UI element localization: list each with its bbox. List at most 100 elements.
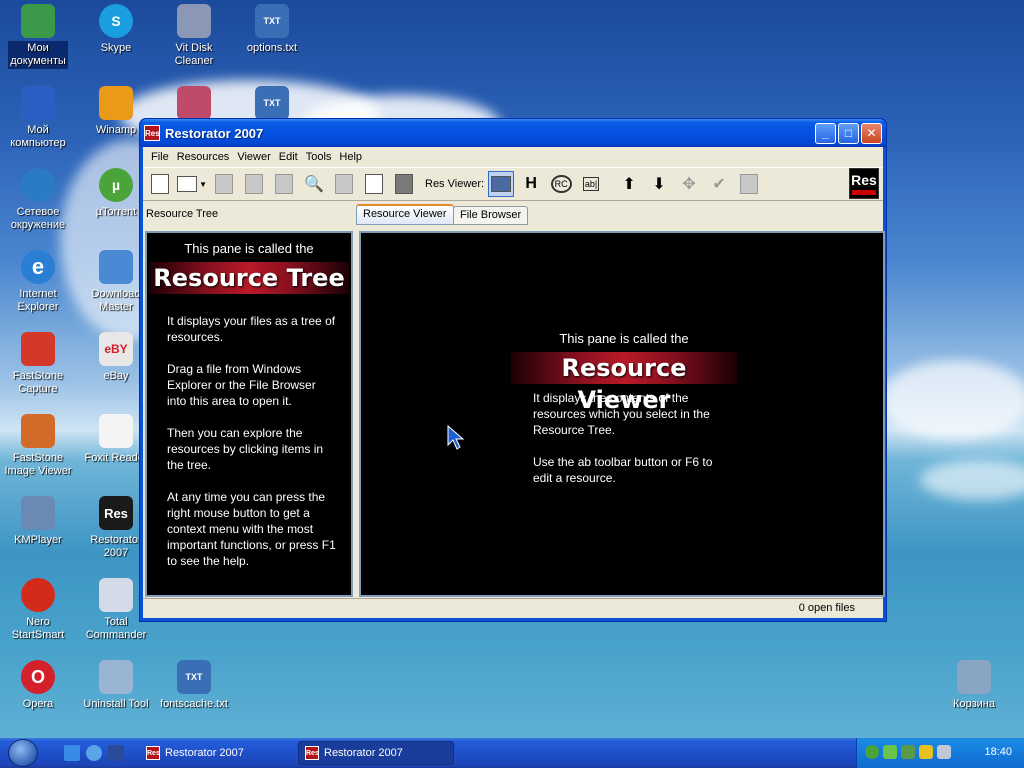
resource-tree-pane[interactable]: This pane is called the Resource Tree It… [145, 231, 353, 597]
book-icon [395, 174, 413, 194]
close-button[interactable]: ✕ [861, 123, 882, 144]
menu-resources[interactable]: Resources [173, 151, 234, 163]
download-tray-icon[interactable] [901, 745, 915, 759]
open-files-count: 0 open files [798, 602, 855, 614]
capture-icon [21, 332, 55, 366]
window-title: Restorator 2007 [165, 125, 264, 141]
tree-banner: Resource Tree [149, 262, 349, 294]
tree-intro: This pane is called the [184, 241, 314, 256]
taskbar-button-restorator-active[interactable]: Res Restorator 2007 [298, 741, 454, 765]
restorator-logo: Res [849, 168, 879, 199]
viewer-paragraph: Use the ab toolbar button or F6 to edit … [533, 455, 713, 485]
cloud [920, 460, 1024, 500]
cubes-icon [177, 86, 211, 120]
winamp-icon [99, 86, 133, 120]
menu-help[interactable]: Help [335, 151, 366, 163]
save-button[interactable] [211, 171, 237, 197]
desktop-icon-fontscache-txt[interactable]: TXT fontscache.txt [156, 660, 232, 712]
open-button[interactable]: ▼ [177, 171, 207, 197]
desktop-icon-kmplayer[interactable]: KMPlayer [0, 496, 76, 548]
menu-viewer[interactable]: Viewer [233, 151, 274, 163]
desktop-icon-recycle-bin[interactable]: Корзина [936, 660, 1012, 712]
desktop-icon-network[interactable]: Сетевое окружение [0, 168, 76, 233]
minimize-button[interactable]: _ [815, 123, 836, 144]
copy-button[interactable] [361, 171, 387, 197]
restorator-icon: Res [146, 746, 160, 760]
tab-file-browser[interactable]: File Browser [453, 206, 529, 225]
app-icon[interactable]: Res [144, 125, 160, 141]
skype-icon: S [99, 4, 133, 38]
menu-file[interactable]: File [147, 151, 173, 163]
tab-resource-viewer[interactable]: Resource Viewer [356, 204, 454, 225]
clock[interactable]: 18:40 [984, 746, 1012, 758]
taskbar-button-restorator[interactable]: Res Restorator 2007 [140, 741, 290, 765]
nero-icon [21, 578, 55, 612]
text-file-icon: TXT [177, 660, 211, 694]
open-folder-icon [177, 176, 198, 192]
tree-paragraph: Then you can explore the resources by cl… [167, 426, 324, 472]
apply-button[interactable]: ✔ [706, 171, 732, 197]
opera-icon: O [21, 660, 55, 694]
resource-tree-header: Resource Tree [146, 208, 219, 220]
broom-icon [177, 4, 211, 38]
page-button[interactable] [736, 171, 762, 197]
desktop-icon-my-documents[interactable]: Мои документы [0, 4, 76, 69]
resource-viewer-pane[interactable]: This pane is called the Resource Viewer … [359, 231, 885, 597]
magnifier-icon: 🔍 [304, 176, 324, 193]
view-rc-button[interactable]: RC [548, 171, 574, 197]
rc-icon: RC [550, 175, 572, 193]
move-icon: ✥ [682, 176, 696, 193]
uninstall-icon [99, 660, 133, 694]
hex-icon: H [525, 175, 537, 192]
move-up-button[interactable]: ⬆ [616, 171, 642, 197]
explore-button[interactable] [271, 171, 297, 197]
download-icon [99, 250, 133, 284]
chevron-down-icon[interactable]: ▼ [199, 180, 207, 189]
move-button[interactable]: ✥ [676, 171, 702, 197]
move-down-button[interactable]: ⬇ [646, 171, 672, 197]
view-normal-button[interactable] [488, 171, 515, 197]
desktop-icon-faststone-viewer[interactable]: FastStone Image Viewer [0, 414, 76, 479]
desktop-icon-vit-disk-cleaner[interactable]: Vit Disk Cleaner [156, 4, 232, 69]
utorrent-tray-icon[interactable] [865, 745, 879, 759]
view-hex-button[interactable]: H [518, 171, 544, 197]
ab-icon: ab| [582, 177, 600, 191]
menu-bar: File Resources Viewer Edit Tools Help [143, 147, 883, 167]
text-file-icon: TXT [255, 4, 289, 38]
new-button[interactable] [147, 171, 173, 197]
quicklaunch-app-icon[interactable] [108, 745, 124, 761]
maximize-button[interactable]: □ [838, 123, 859, 144]
desktop-icon-options-txt[interactable]: TXT options.txt [234, 4, 310, 56]
quicklaunch-ie-icon[interactable] [86, 745, 102, 761]
desktop-icon-uninstall-tool[interactable]: Uninstall Tool [78, 660, 154, 712]
quicklaunch-show-desktop-icon[interactable] [64, 745, 80, 761]
res-viewer-label: Res Viewer: [425, 178, 485, 190]
desktop-icon-my-computer[interactable]: Мой компьютер [0, 86, 76, 151]
network-tray-icon[interactable] [883, 745, 897, 759]
start-button[interactable] [8, 739, 38, 767]
save-as-button[interactable] [241, 171, 267, 197]
desktop-icon-opera[interactable]: O Opera [0, 660, 76, 712]
resource-button[interactable] [391, 171, 417, 197]
desktop-icon-nero[interactable]: Nero StartSmart [0, 578, 76, 643]
desktop-icon-internet-explorer[interactable]: e Internet Explorer [0, 250, 76, 315]
extract-button[interactable] [331, 171, 357, 197]
title-bar[interactable]: Res Restorator 2007 _ □ ✕ [140, 119, 886, 147]
desktop-icon-skype[interactable]: S Skype [78, 4, 154, 56]
menu-edit[interactable]: Edit [275, 151, 302, 163]
pane-headers: Resource Tree Resource Viewer File Brows… [143, 203, 883, 227]
menu-tools[interactable]: Tools [302, 151, 336, 163]
viewer-intro: This pane is called the [559, 331, 689, 346]
restorator-window: Res Restorator 2007 _ □ ✕ File Resources… [139, 118, 887, 622]
find-button[interactable]: 🔍 [301, 171, 327, 197]
taskbar-button-label: Restorator 2007 [165, 747, 244, 759]
extract-icon [335, 174, 353, 194]
safely-remove-tray-icon[interactable] [919, 745, 933, 759]
desktop-icon-faststone-capture[interactable]: FastStone Capture [0, 332, 76, 397]
viewer-paragraph: It displays the contents of the resource… [533, 391, 710, 437]
edit-ab-button[interactable]: ab| [578, 171, 604, 197]
copy-icon [365, 174, 383, 194]
volume-tray-icon[interactable] [937, 745, 951, 759]
toolbar: ▼ 🔍 Res Viewer: H RC ab| ⬆ ⬇ ✥ ✔ [143, 167, 883, 201]
taskbar: Res Restorator 2007 Res Restorator 2007 … [0, 738, 1024, 768]
